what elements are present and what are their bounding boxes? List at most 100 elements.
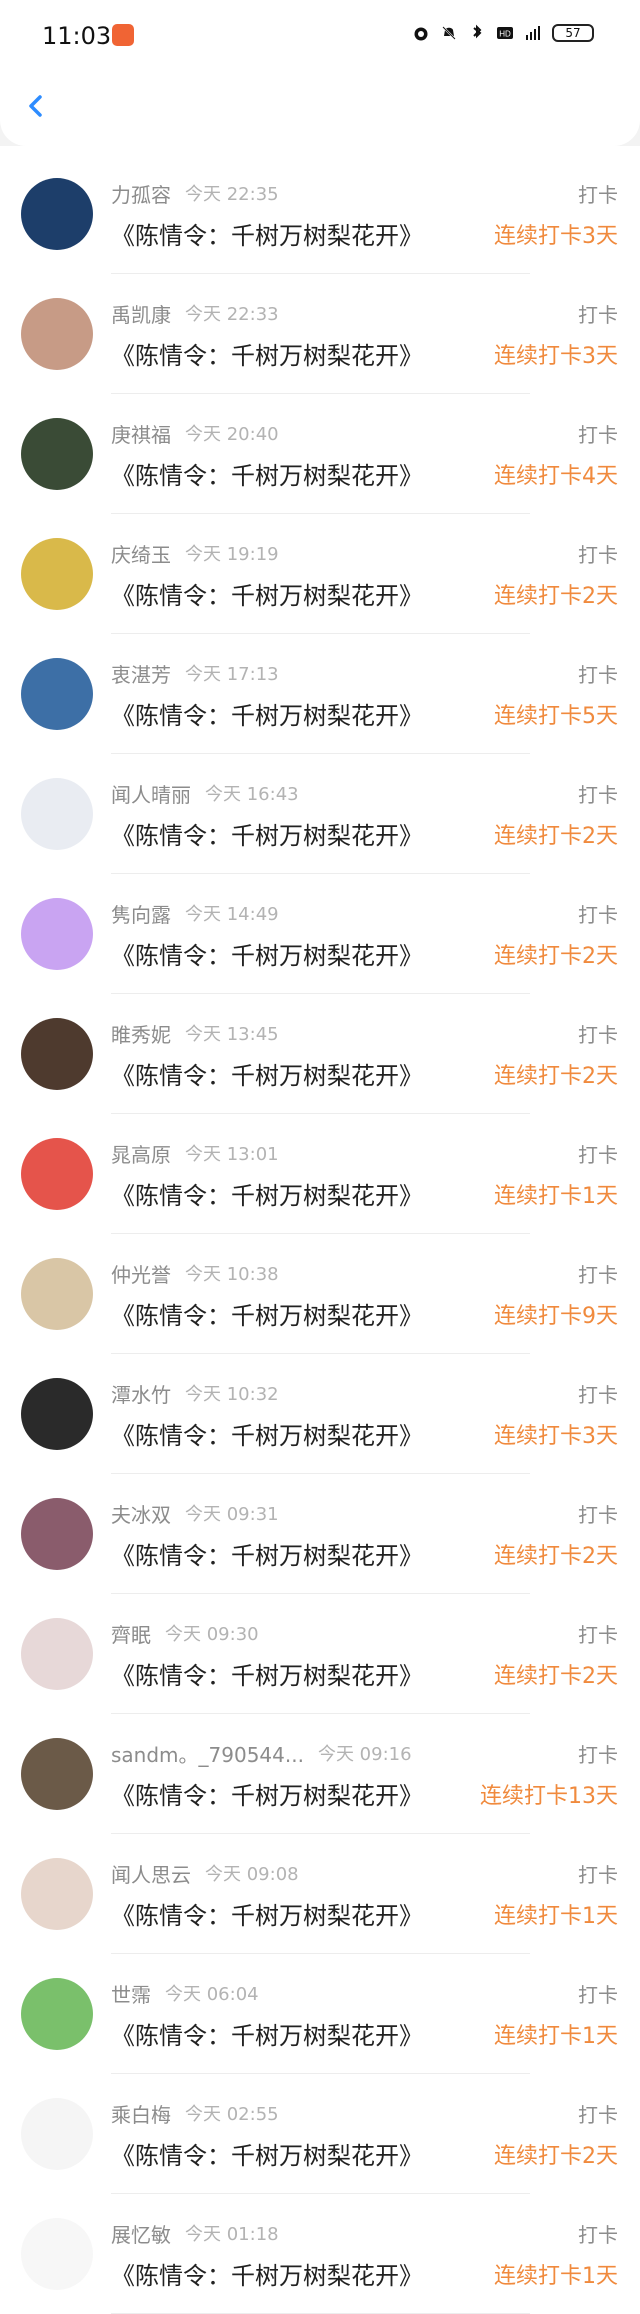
user-name[interactable]: 庆绮玉	[111, 539, 171, 568]
user-name[interactable]: 衷湛芳	[111, 659, 171, 688]
list-item[interactable]: 庚祺福 今天 20:40 《陈情令：千树万树梨花开》 打卡 连续打卡4天	[0, 394, 640, 514]
user-name[interactable]: 世霈	[111, 1979, 151, 2008]
list-item[interactable]: 夫冰双 今天 09:31 《陈情令：千树万树梨花开》 打卡 连续打卡2天	[0, 1474, 640, 1594]
user-name[interactable]: 仲光誉	[111, 1259, 171, 1288]
checkin-label: 打卡	[578, 423, 618, 447]
checkin-time: 今天 22:33	[185, 304, 279, 325]
user-name[interactable]: 隽向露	[111, 899, 171, 928]
user-name[interactable]: 潭水竹	[111, 1379, 171, 1408]
battery-level: 57	[565, 26, 581, 40]
book-title[interactable]: 《陈情令：千树万树梨花开》	[111, 1776, 423, 1811]
list-item[interactable]: 展忆敏 今天 01:18 《陈情令：千树万树梨花开》 打卡 连续打卡1天	[0, 2194, 640, 2314]
user-name[interactable]: 齊眠	[111, 1619, 151, 1648]
user-name[interactable]: sandm。_790544...	[111, 1739, 304, 1768]
streak-label: 连续打卡3天	[494, 1424, 618, 1449]
back-chevron-icon	[29, 95, 42, 117]
checkin-label: 打卡	[578, 1143, 618, 1167]
list-item[interactable]: 闻人思云 今天 09:08 《陈情令：千树万树梨花开》 打卡 连续打卡1天	[0, 1834, 640, 1954]
alarm-icon	[412, 24, 430, 42]
list-item[interactable]: 晁高原 今天 13:01 《陈情令：千树万树梨花开》 打卡 连续打卡1天	[0, 1114, 640, 1234]
avatar[interactable]	[21, 658, 93, 730]
streak-label: 连续打卡9天	[494, 1304, 618, 1329]
book-title[interactable]: 《陈情令：千树万树梨花开》	[111, 1416, 423, 1451]
list-item[interactable]: 世霈 今天 06:04 《陈情令：千树万树梨花开》 打卡 连续打卡1天	[0, 1954, 640, 2074]
back-button[interactable]	[22, 92, 50, 120]
list-item[interactable]: 衷湛芳 今天 17:13 《陈情令：千树万树梨花开》 打卡 连续打卡5天	[0, 634, 640, 754]
book-title[interactable]: 《陈情令：千树万树梨花开》	[111, 1896, 423, 1931]
book-title[interactable]: 《陈情令：千树万树梨花开》	[111, 1656, 423, 1691]
user-name[interactable]: 力孤容	[111, 179, 171, 208]
user-name[interactable]: 庚祺福	[111, 419, 171, 448]
list-item[interactable]: 潭水竹 今天 10:32 《陈情令：千树万树梨花开》 打卡 连续打卡3天	[0, 1354, 640, 1474]
book-title[interactable]: 《陈情令：千树万树梨花开》	[111, 2256, 423, 2291]
streak-label: 连续打卡3天	[494, 224, 618, 249]
avatar[interactable]	[21, 1858, 93, 1930]
book-title[interactable]: 《陈情令：千树万树梨花开》	[111, 216, 423, 251]
avatar[interactable]	[21, 1978, 93, 2050]
book-title[interactable]: 《陈情令：千树万树梨花开》	[111, 816, 423, 851]
list-item[interactable]: 齊眠 今天 09:30 《陈情令：千树万树梨花开》 打卡 连续打卡2天	[0, 1594, 640, 1714]
user-name[interactable]: 睢秀妮	[111, 1019, 171, 1048]
book-title[interactable]: 《陈情令：千树万树梨花开》	[111, 576, 423, 611]
bell-off-icon	[440, 24, 458, 42]
user-name[interactable]: 展忆敏	[111, 2219, 171, 2248]
checkin-time: 今天 09:16	[317, 1744, 412, 1765]
list-item[interactable]: 庆绮玉 今天 19:19 《陈情令：千树万树梨花开》 打卡 连续打卡2天	[0, 514, 640, 634]
book-title[interactable]: 《陈情令：千树万树梨花开》	[111, 1056, 423, 1091]
avatar[interactable]	[21, 898, 93, 970]
user-name[interactable]: 禹凯康	[111, 299, 171, 328]
avatar[interactable]	[21, 298, 93, 370]
book-title[interactable]: 《陈情令：千树万树梨花开》	[111, 936, 423, 971]
book-title[interactable]: 《陈情令：千树万树梨花开》	[111, 1176, 423, 1211]
user-name[interactable]: 闻人思云	[111, 1859, 191, 1888]
avatar[interactable]	[21, 1378, 93, 1450]
avatar[interactable]	[21, 538, 93, 610]
book-title[interactable]: 《陈情令：千树万树梨花开》	[111, 696, 423, 731]
avatar[interactable]	[21, 1018, 93, 1090]
user-name[interactable]: 夫冰双	[111, 1499, 171, 1528]
checkin-label: 打卡	[578, 2223, 618, 2247]
list-item[interactable]: 闻人晴丽 今天 16:43 《陈情令：千树万树梨花开》 打卡 连续打卡2天	[0, 754, 640, 874]
book-title[interactable]: 《陈情令：千树万树梨花开》	[111, 2136, 423, 2171]
list-item[interactable]: 乘白梅 今天 02:55 《陈情令：千树万树梨花开》 打卡 连续打卡2天	[0, 2074, 640, 2194]
checkin-label: 打卡	[578, 1263, 618, 1287]
bluetooth-icon	[468, 24, 486, 42]
battery-icon: 57	[552, 24, 594, 42]
streak-label: 连续打卡1天	[494, 2024, 618, 2049]
book-title[interactable]: 《陈情令：千树万树梨花开》	[111, 1296, 423, 1331]
list-item[interactable]: 力孤容 今天 22:35 《陈情令：千树万树梨花开》 打卡 连续打卡3天	[0, 154, 640, 274]
checkin-label: 打卡	[578, 783, 618, 807]
list-item[interactable]: 仲光誉 今天 10:38 《陈情令：千树万树梨花开》 打卡 连续打卡9天	[0, 1234, 640, 1354]
avatar[interactable]	[21, 1498, 93, 1570]
checkin-time: 今天 02:55	[185, 2104, 279, 2125]
list-item[interactable]: sandm。_790544... 今天 09:16 《陈情令：千树万树梨花开》 打卡连…	[0, 1714, 640, 1834]
book-title[interactable]: 《陈情令：千树万树梨花开》	[111, 1536, 423, 1571]
book-title[interactable]: 《陈情令：千树万树梨花开》	[111, 456, 423, 491]
avatar[interactable]	[21, 1138, 93, 1210]
book-title[interactable]: 《陈情令：千树万树梨花开》	[111, 2016, 423, 2051]
checkin-label: 打卡	[578, 663, 618, 687]
avatar[interactable]	[21, 1258, 93, 1330]
avatar[interactable]	[21, 1738, 93, 1810]
streak-label: 连续打卡2天	[494, 824, 618, 849]
avatar[interactable]	[21, 2218, 93, 2290]
list-item[interactable]: 隽向露 今天 14:49 《陈情令：千树万树梨花开》 打卡 连续打卡2天	[0, 874, 640, 994]
checkin-label: 打卡	[578, 1623, 618, 1647]
avatar[interactable]	[21, 178, 93, 250]
user-name[interactable]: 晁高原	[111, 1139, 171, 1168]
avatar[interactable]	[21, 2098, 93, 2170]
status-bar: 11:03 HD 57	[0, 0, 640, 72]
status-icons: HD 57	[412, 24, 594, 42]
checkin-label: 打卡	[578, 303, 618, 327]
list-item[interactable]: 睢秀妮 今天 13:45 《陈情令：千树万树梨花开》 打卡 连续打卡2天	[0, 994, 640, 1114]
avatar[interactable]	[21, 778, 93, 850]
user-name[interactable]: 乘白梅	[111, 2099, 171, 2128]
avatar[interactable]	[21, 418, 93, 490]
avatar[interactable]	[21, 1618, 93, 1690]
streak-label: 连续打卡5天	[494, 704, 618, 729]
book-title[interactable]: 《陈情令：千树万树梨花开》	[111, 336, 423, 371]
list-item[interactable]: 禹凯康 今天 22:33 《陈情令：千树万树梨花开》 打卡 连续打卡3天	[0, 274, 640, 394]
user-name[interactable]: 闻人晴丽	[111, 779, 191, 808]
app-notification-icon	[112, 24, 134, 46]
checkin-label: 打卡	[578, 543, 618, 567]
